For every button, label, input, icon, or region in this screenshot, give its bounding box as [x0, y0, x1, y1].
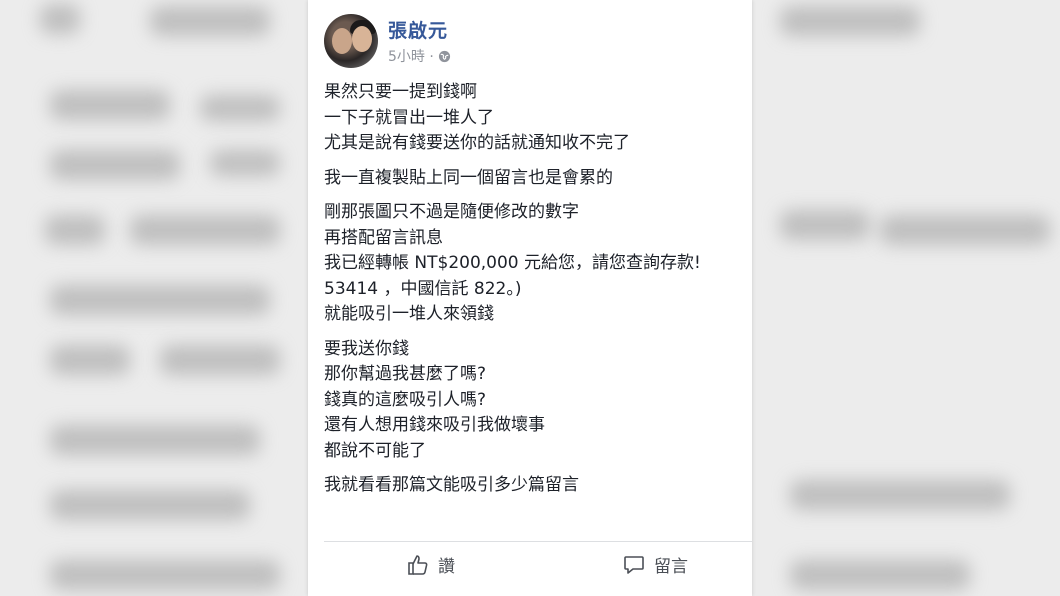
post-text-line: 一下子就冒出一堆人了 — [324, 107, 494, 128]
post-body-text: 果然只要一提到錢啊 一下子就冒出一堆人了尤其是說有錢要送你的話就通知收不完了 我一直… — [324, 80, 754, 508]
facebook-post-card: 張啟元 5小時 · 果然只要一提到錢啊 一下子就冒出一堆人了尤其是說有錢要送你的話… — [308, 0, 752, 596]
post-paragraph: 我一直複製貼上同一個留言也是會累的 — [324, 166, 754, 192]
author-avatar[interactable] — [324, 14, 378, 68]
post-text-line: 剛那張圖只不過是隨便修改的數字 — [324, 202, 579, 222]
like-label: 讚 — [438, 557, 455, 577]
comment-bubble-icon — [624, 555, 644, 574]
post-paragraph: 我就看看那篇文能吸引多少篇留言 — [324, 473, 754, 499]
post-text-line: 我就看看那篇文能吸引多少篇留言 — [324, 475, 579, 495]
post-text-line: 要我送你錢 — [324, 338, 409, 359]
post-text-line: 就能吸引一堆人來領錢 — [324, 304, 494, 324]
post-text-line: 尤其是說有錢要送你的話就通知收不完了 — [324, 133, 630, 153]
comment-label: 留言 — [654, 557, 688, 577]
post-text-line: 果然只要一提到錢啊 — [324, 82, 477, 102]
post-timestamp[interactable]: 5小時 · — [388, 46, 434, 66]
post-paragraph: 果然只要一提到錢啊 一下子就冒出一堆人了尤其是說有錢要送你的話就通知收不完了 — [324, 80, 754, 157]
post-action-bar: 讚 留言 — [308, 552, 752, 588]
post-text-line: 我一直複製貼上同一個留言也是會累的 — [324, 167, 613, 188]
thumbs-up-icon — [408, 554, 428, 575]
post-text-line: 都說不可能了 — [324, 440, 426, 461]
post-paragraph: 剛那張圖只不過是隨便修改的數字 再搭配留言訊息我已經轉帳 NT$200,000 元… — [324, 200, 754, 328]
post-text-line: 我已經轉帳 NT$200,000 元給您，請您查詢存款! — [324, 253, 701, 273]
like-button[interactable]: 讚 — [406, 552, 455, 577]
comment-button[interactable]: 留言 — [622, 552, 688, 577]
post-meta: 5小時 · — [388, 46, 451, 66]
post-text-line: 錢真的這麼吸引人嗎? — [324, 389, 487, 410]
post-text-line: 還有人想用錢來吸引我做壞事 — [324, 415, 545, 435]
globe-icon[interactable] — [438, 50, 451, 63]
post-text-line: 那你幫過我甚麼了嗎? — [324, 364, 487, 384]
post-paragraph: 要我送你錢那你幫過我甚麼了嗎? 錢真的這麼吸引人嗎? 還有人想用錢來吸引我做壞事 都說… — [324, 337, 754, 465]
post-text-line: 再搭配留言訊息 — [324, 227, 443, 248]
actions-divider — [324, 541, 752, 542]
post-text-line: 53414 ，中國信託 822。) — [324, 278, 522, 299]
author-name-link[interactable]: 張啟元 — [388, 16, 448, 43]
